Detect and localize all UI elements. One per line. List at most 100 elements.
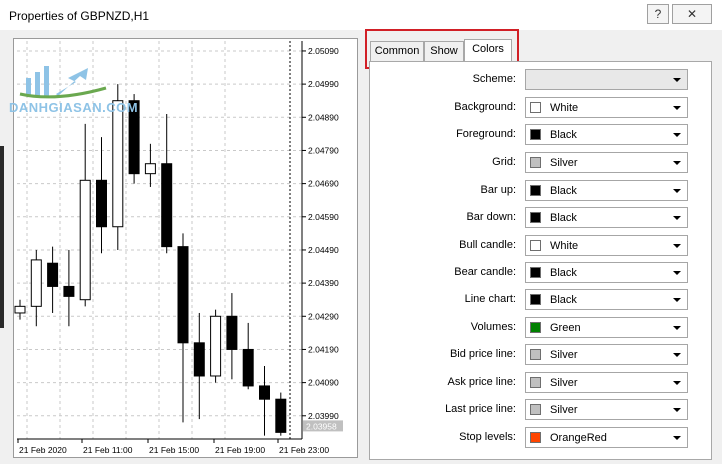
y-tick-label: 2.04390: [308, 278, 339, 288]
window-edge: [0, 146, 4, 328]
color-name: Black: [550, 294, 577, 306]
color-row-label: Bar up:: [480, 184, 516, 196]
color-row-label: Stop levels:: [459, 431, 516, 443]
color-row: Bid price line: Silver: [370, 344, 713, 366]
candle-body: [63, 285, 75, 297]
color-row: Bar down: Black: [370, 207, 713, 229]
candle-body: [144, 163, 156, 175]
color-select[interactable]: White: [525, 97, 688, 118]
chevron-down-icon: [673, 381, 681, 385]
color-select[interactable]: Black: [525, 289, 688, 310]
y-tick-label: 2.04290: [308, 311, 339, 321]
candle-body: [177, 246, 189, 344]
color-select[interactable]: Black: [525, 180, 688, 201]
chevron-down-icon: [673, 326, 681, 330]
chevron-down-icon: [673, 408, 681, 412]
y-tick-label: 2.04190: [308, 344, 339, 354]
color-select[interactable]: Silver: [525, 372, 688, 393]
color-row-label: Foreground:: [456, 128, 516, 140]
y-tick-label: 2.04690: [308, 179, 339, 189]
color-swatch: [530, 185, 541, 196]
color-select[interactable]: Green: [525, 317, 688, 338]
chevron-down-icon: [673, 216, 681, 220]
y-tick-label: 2.04890: [308, 112, 339, 122]
color-select[interactable]: Black: [525, 207, 688, 228]
x-tick-label: 21 Feb 19:00: [215, 445, 265, 455]
color-row-label: Bear candle:: [454, 266, 516, 278]
color-row: Bull candle: White: [370, 235, 713, 257]
y-tick-label: 2.03990: [308, 411, 339, 421]
color-row-label: Grid:: [492, 156, 516, 168]
chevron-down-icon: [673, 78, 681, 82]
candle-body: [242, 348, 254, 387]
color-row-label: Line chart:: [464, 293, 516, 305]
chevron-down-icon: [673, 244, 681, 248]
scheme-label: Scheme:: [472, 73, 516, 85]
color-row: Volumes: Green: [370, 317, 713, 339]
chevron-down-icon: [673, 133, 681, 137]
candle-body: [96, 179, 107, 228]
tab-common[interactable]: Common: [370, 41, 424, 61]
color-name: Silver: [550, 349, 578, 361]
candle-body: [193, 342, 205, 377]
scheme-select[interactable]: [525, 69, 688, 90]
close-button[interactable]: ✕: [672, 4, 712, 24]
color-row: Bear candle: Black: [370, 262, 713, 284]
color-swatch: [530, 157, 541, 168]
color-name: OrangeRed: [550, 432, 607, 444]
color-name: Black: [550, 212, 577, 224]
color-row: Bar up: Black: [370, 180, 713, 202]
chevron-down-icon: [673, 436, 681, 440]
color-name: Black: [550, 185, 577, 197]
color-swatch: [530, 432, 541, 443]
color-row: Foreground: Black: [370, 124, 713, 146]
color-swatch: [530, 102, 541, 113]
candle-body: [210, 315, 222, 377]
chevron-down-icon: [673, 298, 681, 302]
color-row-label: Ask price line:: [447, 376, 516, 388]
y-tick-label: 2.04090: [308, 378, 339, 388]
color-name: Silver: [550, 404, 578, 416]
candle-body: [259, 385, 270, 400]
color-name: Black: [550, 267, 577, 279]
tab-show[interactable]: Show: [424, 41, 464, 61]
x-tick-label: 21 Feb 15:00: [149, 445, 199, 455]
color-name: Silver: [550, 157, 578, 169]
color-select[interactable]: Silver: [525, 152, 688, 173]
chevron-down-icon: [673, 161, 681, 165]
color-row-label: Bid price line:: [449, 348, 516, 360]
watermark-logo-icon: [19, 66, 107, 99]
color-swatch: [530, 294, 541, 305]
color-row-label: Bar down:: [466, 211, 516, 223]
color-row: Stop levels: OrangeRed: [370, 427, 713, 449]
scheme-row: Scheme:: [370, 69, 713, 91]
color-swatch: [530, 404, 541, 415]
color-swatch: [530, 240, 541, 251]
candle-body: [14, 305, 26, 314]
color-row-label: Background:: [454, 101, 516, 113]
current-price-label: 2.03958: [306, 421, 337, 431]
help-button[interactable]: ?: [647, 4, 669, 24]
color-select[interactable]: Black: [525, 124, 688, 145]
color-select[interactable]: Silver: [525, 344, 688, 365]
watermark-text: DANHGIASAN.COM: [9, 100, 139, 115]
color-select[interactable]: Silver: [525, 399, 688, 420]
color-select[interactable]: Black: [525, 262, 688, 283]
color-swatch: [530, 267, 541, 278]
tab-colors[interactable]: Colors: [464, 39, 512, 62]
candle-body: [30, 259, 42, 307]
color-row-label: Last price line:: [445, 403, 516, 415]
y-tick-label: 2.04990: [308, 79, 339, 89]
color-swatch: [530, 377, 541, 388]
chevron-down-icon: [673, 106, 681, 110]
candle-body: [275, 398, 287, 433]
color-select[interactable]: OrangeRed: [525, 427, 688, 448]
color-name: White: [550, 102, 579, 114]
color-select[interactable]: White: [525, 235, 688, 256]
color-name: White: [550, 240, 579, 252]
candle-body: [47, 262, 59, 287]
color-row: Background: White: [370, 97, 713, 119]
candle-body: [112, 100, 124, 228]
chevron-down-icon: [673, 189, 681, 193]
y-tick-label: 2.04490: [308, 245, 339, 255]
